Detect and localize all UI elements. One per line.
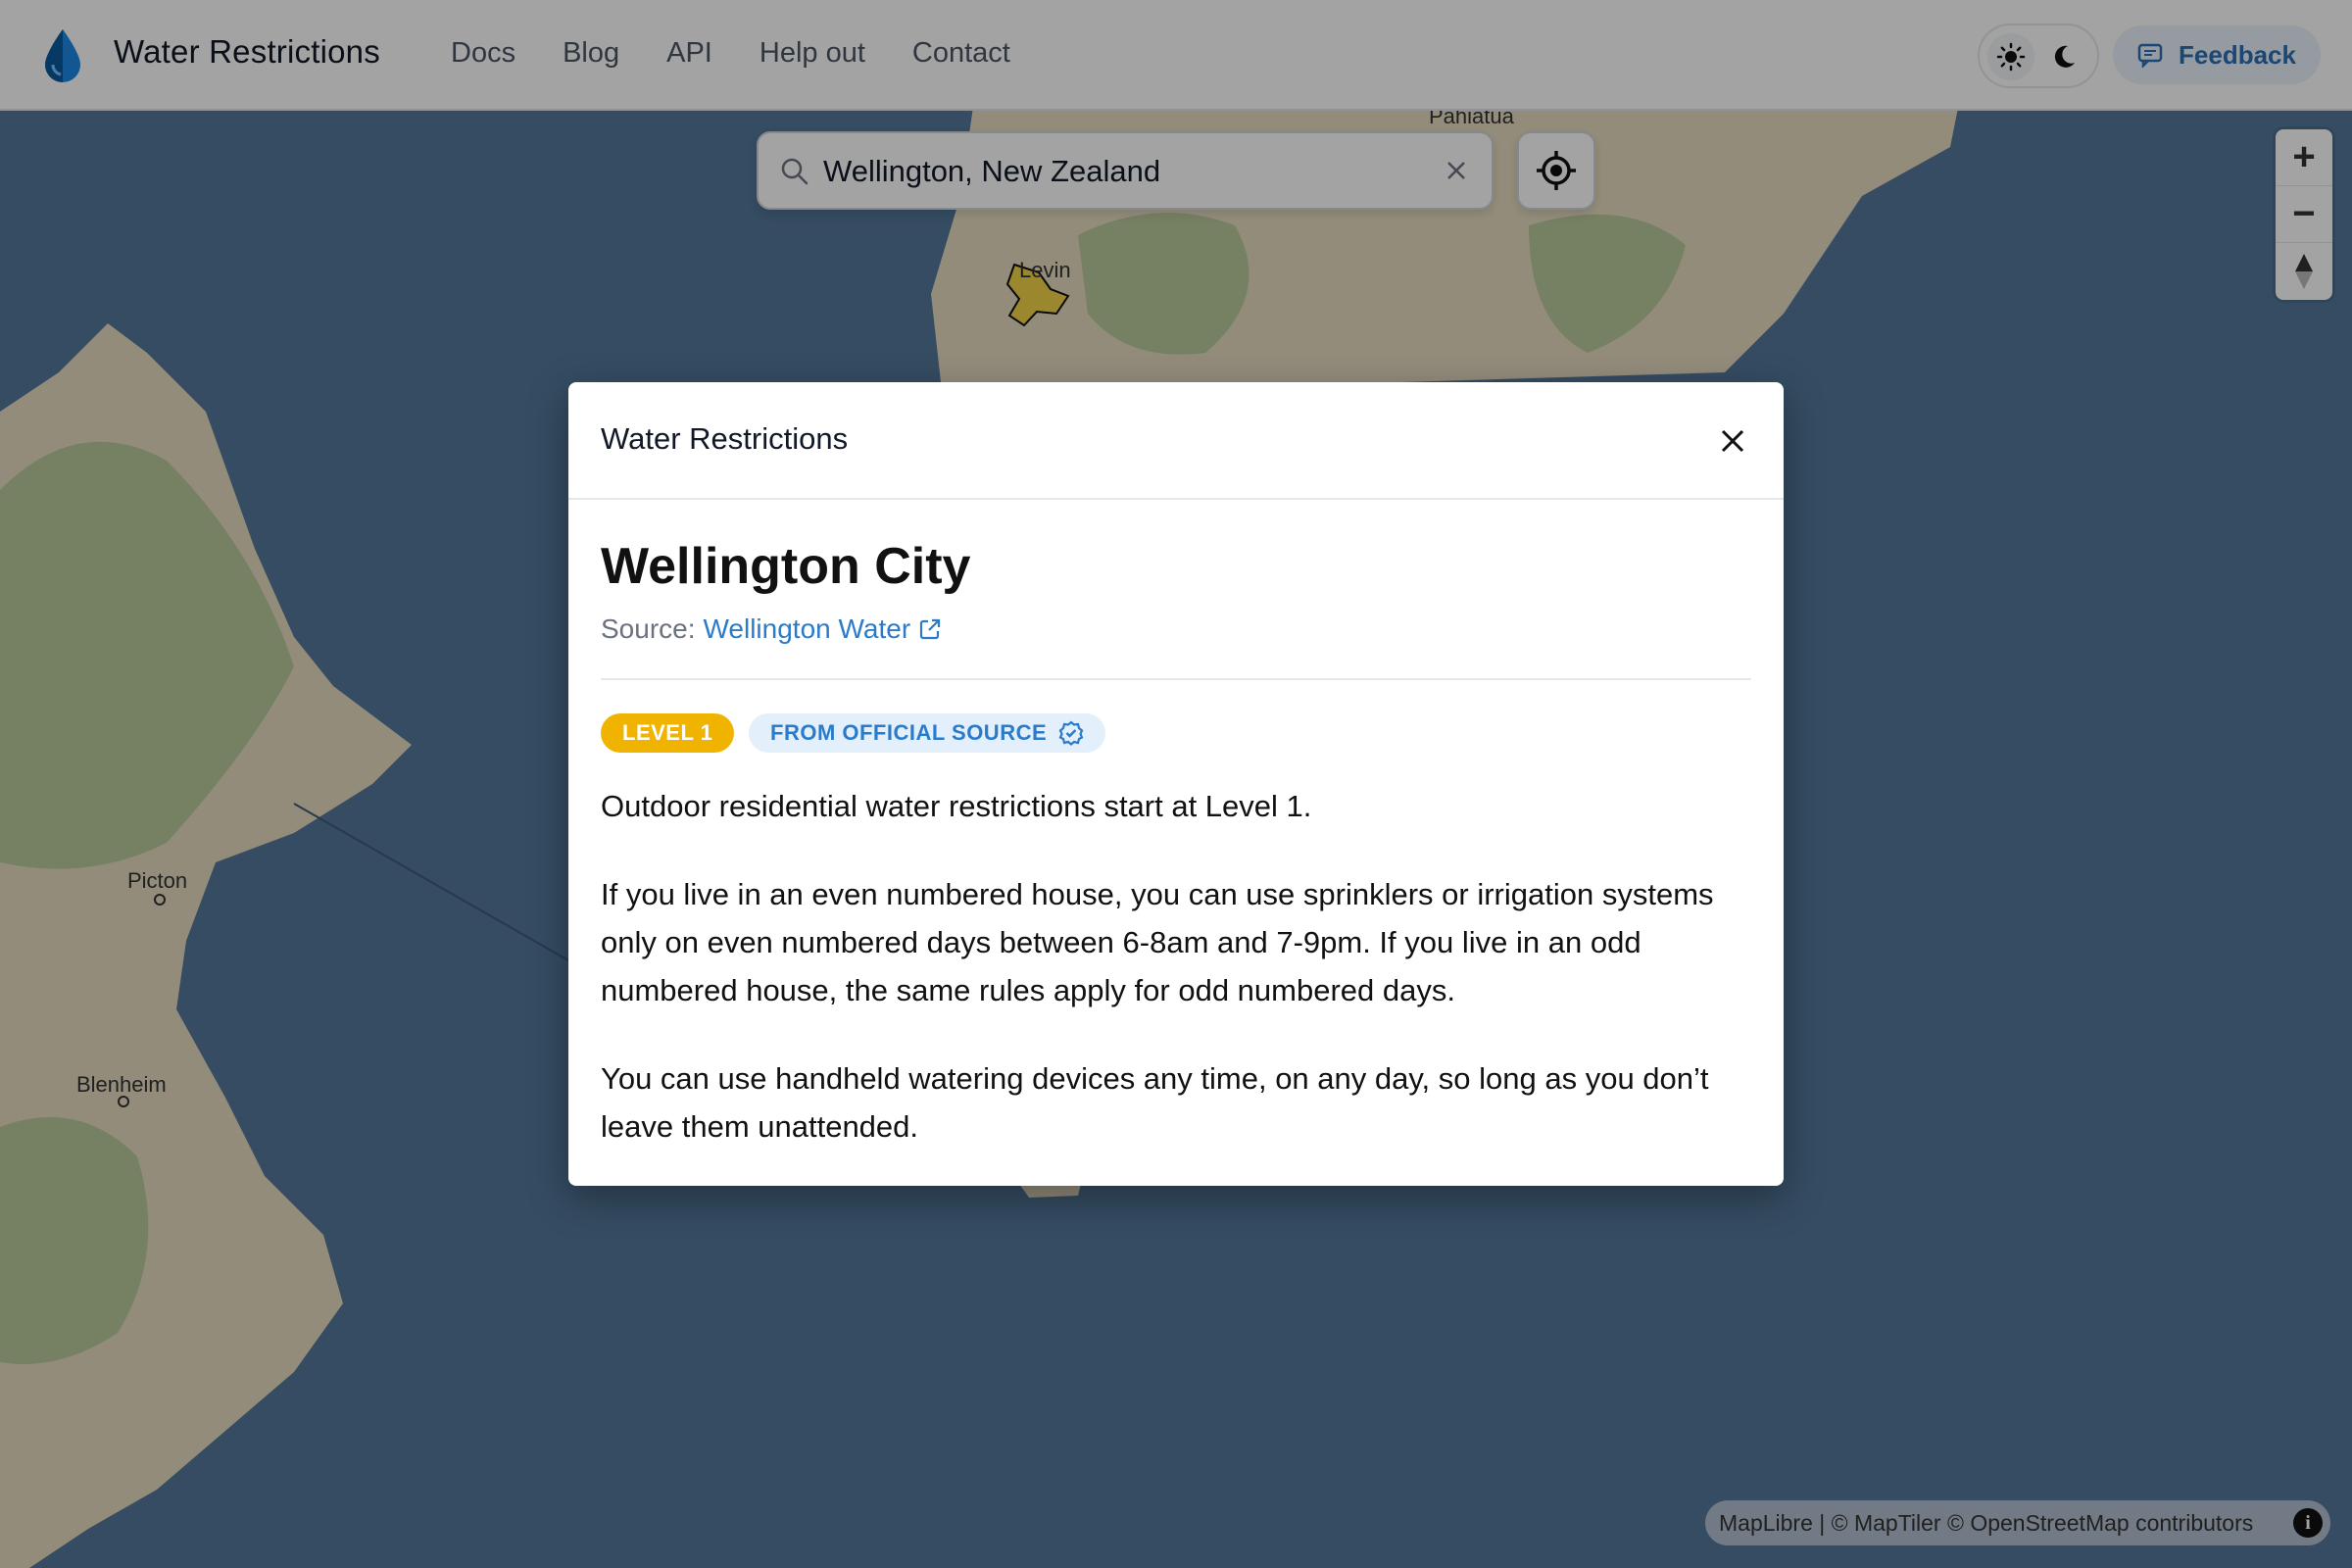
restriction-paragraph: If you live in an even numbered house, y… <box>601 877 1714 1007</box>
external-link-icon[interactable] <box>918 617 942 641</box>
restriction-paragraph: You can use handheld watering devices an… <box>601 1061 1709 1144</box>
modal-close-button[interactable] <box>1715 423 1750 459</box>
verified-icon <box>1058 720 1084 746</box>
official-source-badge: FROM OFFICIAL SOURCE <box>749 713 1106 753</box>
level-badge: LEVEL 1 <box>601 713 735 753</box>
modal-title: Water Restrictions <box>601 421 849 456</box>
restriction-paragraph: Outdoor residential water restrictions s… <box>601 789 1312 823</box>
official-badge-label: FROM OFFICIAL SOURCE <box>770 720 1048 745</box>
divider <box>601 678 1751 680</box>
source-label: Source: <box>601 613 696 644</box>
area-name: Wellington City <box>601 538 971 595</box>
modal-header: Water Restrictions <box>568 382 1784 500</box>
source-link[interactable]: Wellington Water <box>704 613 911 645</box>
source-line: Source: Wellington Water <box>601 613 942 645</box>
restrictions-modal: Water Restrictions Wellington City Sourc… <box>568 382 1784 1186</box>
close-icon <box>1721 429 1744 453</box>
restriction-details: Outdoor residential water restrictions s… <box>601 782 1751 1191</box>
